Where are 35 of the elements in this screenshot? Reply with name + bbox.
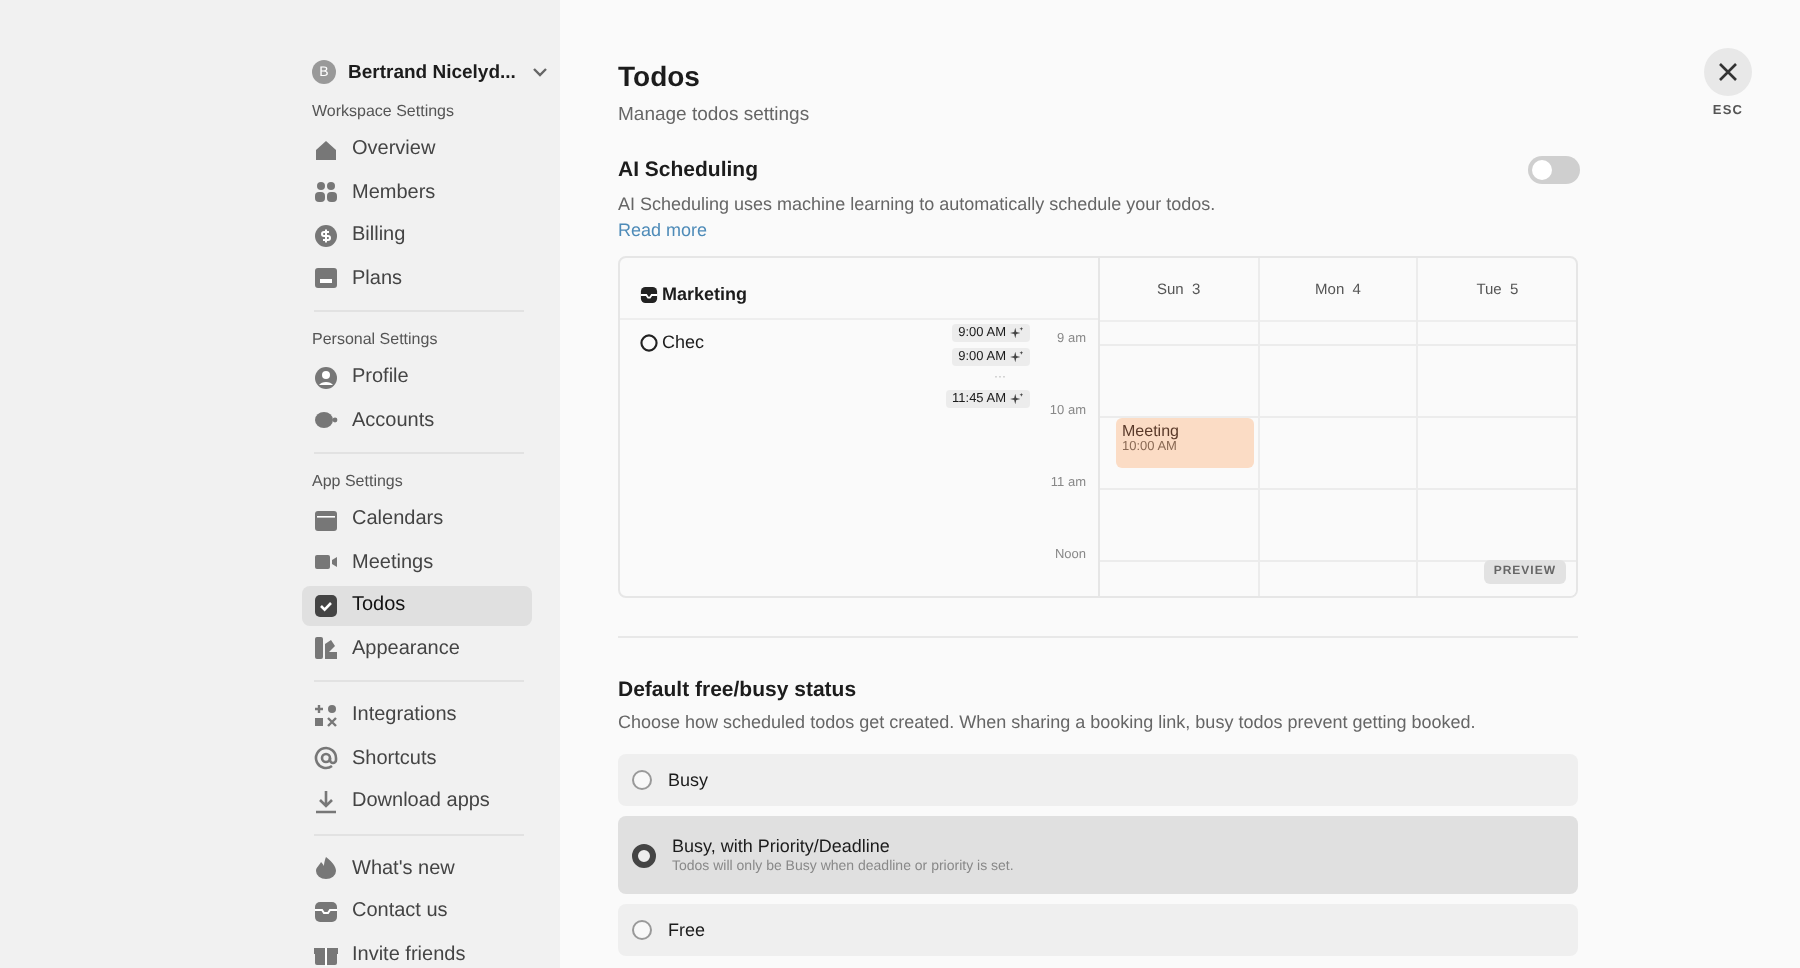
section-title: AI Scheduling <box>618 158 759 182</box>
sidebar-item[interactable]: Accounts <box>302 401 532 440</box>
radio-option[interactable]: Busy <box>618 754 1578 806</box>
sidebar-item[interactable]: Appearance <box>302 629 532 668</box>
sidebar-item[interactable]: Invite friends <box>302 935 532 968</box>
sidebar-item[interactable]: Calendars <box>302 500 532 539</box>
section-description: AI Scheduling uses machine learning to automatically schedule your todos. <box>618 194 1218 214</box>
sidebar-item[interactable]: Contact us <box>302 892 532 931</box>
section-description: Choose how scheduled todos get created. When sharing a booking link, busy todos prevent getting booked. <box>618 712 1478 732</box>
sidebar-item[interactable]: Plans <box>302 259 532 298</box>
option-label: Busy, with Priority/Deadline <box>672 836 892 856</box>
read-more-link[interactable]: Read more <box>618 220 1800 240</box>
sidebar-item[interactable]: Download apps <box>302 782 532 821</box>
account-name[interactable]: Bertrand Nicelyd... <box>348 61 516 83</box>
todo-title: Chec <box>662 332 705 352</box>
sidebar-item[interactable]: Integrations <box>302 696 532 735</box>
sidebar-item[interactable]: Meetings <box>302 543 532 582</box>
page-title: Todos <box>618 60 700 92</box>
group-heading: App Settings <box>310 470 405 494</box>
section-title: Default free/busy status <box>618 678 859 702</box>
sidebar-item[interactable]: Overview <box>302 130 532 169</box>
sidebar-item[interactable]: Todos <box>302 586 532 625</box>
option-label: Busy <box>668 770 709 790</box>
radio-option[interactable]: Free <box>618 904 1578 956</box>
option-label: Free <box>668 920 706 940</box>
sidebar-item[interactable]: Billing <box>302 216 532 255</box>
sidebar-item[interactable]: What's new <box>302 849 532 888</box>
sidebar-item[interactable]: Members <box>302 173 532 212</box>
sidebar-item[interactable]: Shortcuts <box>302 739 532 778</box>
sidebar-item[interactable]: Profile <box>302 358 532 397</box>
page-subtitle: Manage todos settings <box>618 104 810 126</box>
group-heading: Personal Settings <box>310 328 440 352</box>
list-title: Marketing <box>662 284 748 304</box>
group-heading: Workspace Settings <box>310 100 456 124</box>
event-title: Meeting <box>1122 422 1181 440</box>
